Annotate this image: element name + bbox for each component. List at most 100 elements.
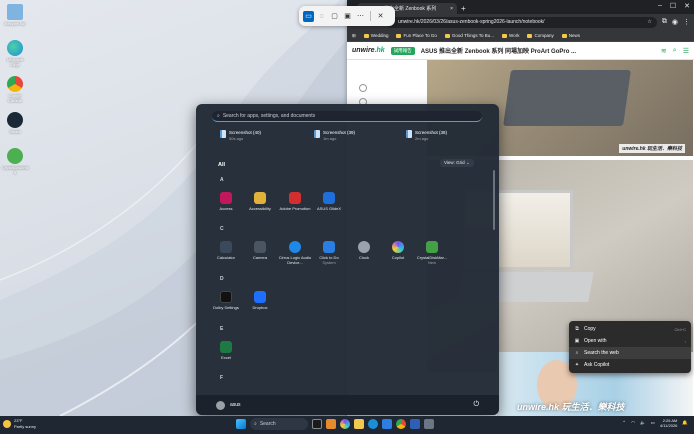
desktop-icon-recycle-bin[interactable]: Recycle Bin [2, 4, 28, 26]
desktop-icon-chrome[interactable]: Google Chrome [2, 76, 28, 103]
app-tile[interactable]: Dropbox [243, 291, 277, 310]
chevron-up-icon[interactable]: ⌃ [622, 420, 626, 426]
chrome-icon[interactable] [396, 419, 406, 429]
desktop-icon-crystaldiskinfo[interactable]: CrystalDiskInfo 9 [2, 148, 29, 175]
group-letter[interactable]: A [220, 177, 224, 183]
fullscreen-snip-icon[interactable]: ▣ [342, 11, 353, 22]
site-logo[interactable]: unwire.hk [352, 47, 385, 54]
search-icon: ⌕ [254, 421, 257, 427]
start-scrollbar[interactable] [493, 170, 495, 230]
app-tile[interactable]: Click to Do System [312, 241, 346, 265]
user-name[interactable]: asus [230, 402, 241, 408]
settings-icon[interactable] [424, 419, 434, 429]
recent-file[interactable]: Screenshot (40) 50s ago [220, 130, 261, 141]
recent-file[interactable]: Screenshot (39) 1m ago [314, 130, 355, 141]
menu-item-copy[interactable]: ⧉ Copy Ctrl+C [569, 323, 691, 335]
address-bar[interactable]: ⊙ unwire.hk/2026/03/26/asus-zenbook-spri… [385, 16, 657, 28]
view-toggle-button[interactable]: View: Grid ⌄ [440, 159, 474, 167]
app-tile[interactable]: Dolby Settings [209, 291, 243, 310]
app-tile[interactable]: Copilot [381, 241, 415, 260]
start-search-input[interactable]: ⌕ Search for apps, settings, and documen… [212, 111, 482, 122]
group-letter[interactable]: F [220, 375, 223, 381]
edge-icon[interactable] [368, 419, 378, 429]
tab-close-icon[interactable]: × [450, 6, 453, 12]
minimize-icon[interactable]: – [658, 2, 662, 10]
more-options-icon[interactable]: ⋯ [355, 11, 366, 22]
wifi-icon[interactable]: ◠ [631, 420, 635, 426]
group-letter[interactable]: D [220, 276, 224, 282]
app-tile[interactable]: Calculator [209, 241, 243, 260]
extensions-icon[interactable]: ⧉ [662, 18, 667, 26]
recycle-bin-icon [7, 4, 23, 20]
app-icon[interactable] [410, 419, 420, 429]
apps-grid-icon[interactable]: ⊞ [352, 33, 356, 39]
menu-item-ask-copilot[interactable]: ✦ Ask Copilot [569, 359, 691, 371]
bookmark-folder[interactable]: Fun Place To Go [396, 33, 437, 38]
freeform-snip-icon[interactable]: ◌ [316, 11, 327, 22]
app-tile[interactable]: Excel [209, 341, 243, 360]
review-badge[interactable]: 試用報告 [390, 46, 415, 55]
banner-watermark: unwire.hk 玩生活．樂科技 [517, 402, 625, 412]
bookmark-folder[interactable]: News [561, 33, 580, 38]
app-tile[interactable]: Access [209, 192, 243, 211]
volume-icon[interactable]: 🔈 [640, 420, 646, 426]
tab-bar: ASUS 推出全新 Zenbook 系列 × + – ☐ ✕ [347, 0, 694, 14]
taskbar-search[interactable]: ⌕ Search [250, 418, 308, 430]
profile-icon[interactable]: ◉ [672, 18, 678, 26]
weather-widget[interactable]: 23°F Partly sunny [3, 418, 36, 430]
clock[interactable]: 2:26 AM 4/11/2026 [660, 418, 678, 428]
app-tile[interactable]: Accessibility [243, 192, 277, 211]
bookmark-star-icon[interactable]: ☆ [647, 19, 651, 25]
app-tile[interactable]: Adobe Promotion [278, 192, 312, 211]
window-snip-icon[interactable]: ▢ [329, 11, 340, 22]
menu-item-search-web[interactable]: ⌕ Search the web [569, 347, 691, 359]
battery-icon[interactable]: ▭ [651, 420, 655, 426]
user-avatar[interactable] [216, 400, 225, 410]
article-headline: ASUS 推出全新 Zenbook 系列 同場加映 ProArt GoPro .… [420, 49, 577, 55]
recent-file[interactable]: Screenshot (38) 2m ago [406, 130, 447, 141]
crystaldiskmark-icon [426, 241, 438, 253]
copilot-icon[interactable] [340, 419, 350, 429]
group-letter[interactable]: C [220, 226, 224, 232]
store-icon[interactable] [382, 419, 392, 429]
clock-icon [358, 241, 370, 253]
rectangle-snip-icon[interactable]: ▭ [303, 10, 314, 22]
dropbox-icon [254, 291, 266, 303]
whatsapp-icon[interactable] [359, 84, 367, 92]
desktop-icon-edge[interactable]: Microsoft Edge [2, 40, 28, 67]
windows-start-icon[interactable] [236, 419, 246, 429]
menu-item-open-with[interactable]: ▣ Open with › [569, 335, 691, 347]
desktop-icon-steam[interactable]: Steam [2, 112, 28, 134]
bookmark-folder[interactable]: Wedding [363, 33, 388, 38]
power-icon[interactable]: ⏻ [473, 401, 479, 409]
close-snip-icon[interactable]: ✕ [375, 11, 386, 22]
taskbar: 23°F Partly sunny ⌕ Search ⌃ ◠ 🔈 ▭ 2:26 … [0, 416, 694, 434]
hamburger-menu-icon[interactable]: ☰ [683, 47, 689, 55]
chevron-down-icon: ⌄ [465, 160, 470, 165]
close-window-icon[interactable]: ✕ [684, 2, 690, 10]
task-view-icon[interactable] [312, 419, 322, 429]
widgets-icon[interactable] [326, 419, 336, 429]
click-to-do-icon [323, 241, 335, 253]
taskbar-apps: ⌕ Search [236, 418, 434, 430]
new-tab-button[interactable]: + [461, 3, 466, 14]
search-icon: ⌕ [575, 350, 579, 356]
bookmark-folder[interactable]: Good Things To Bu... [444, 33, 494, 38]
site-search-icon[interactable]: ⌕ [673, 47, 677, 55]
app-tile[interactable]: Clock [347, 241, 381, 260]
maximize-icon[interactable]: ☐ [670, 2, 676, 10]
app-tile[interactable]: ASUS GlideX [312, 192, 346, 211]
document-icon [314, 130, 320, 138]
folder-icon [396, 33, 402, 38]
notification-bell-icon[interactable]: 🔔 [682, 420, 688, 426]
app-tile[interactable]: Cirrus Logic Audio Device... [278, 241, 312, 265]
file-explorer-icon[interactable] [354, 419, 364, 429]
copilot-icon: ✦ [574, 362, 580, 368]
app-tile[interactable]: Camera [243, 241, 277, 260]
group-letter[interactable]: E [220, 326, 223, 332]
bookmark-folder[interactable]: Company [527, 33, 554, 38]
bookmark-folder[interactable]: Work [502, 33, 519, 38]
menu-icon[interactable]: ⋮ [683, 18, 690, 26]
app-tile[interactable]: CrystalDiskMar... New [415, 241, 449, 265]
edge-icon [7, 40, 23, 56]
